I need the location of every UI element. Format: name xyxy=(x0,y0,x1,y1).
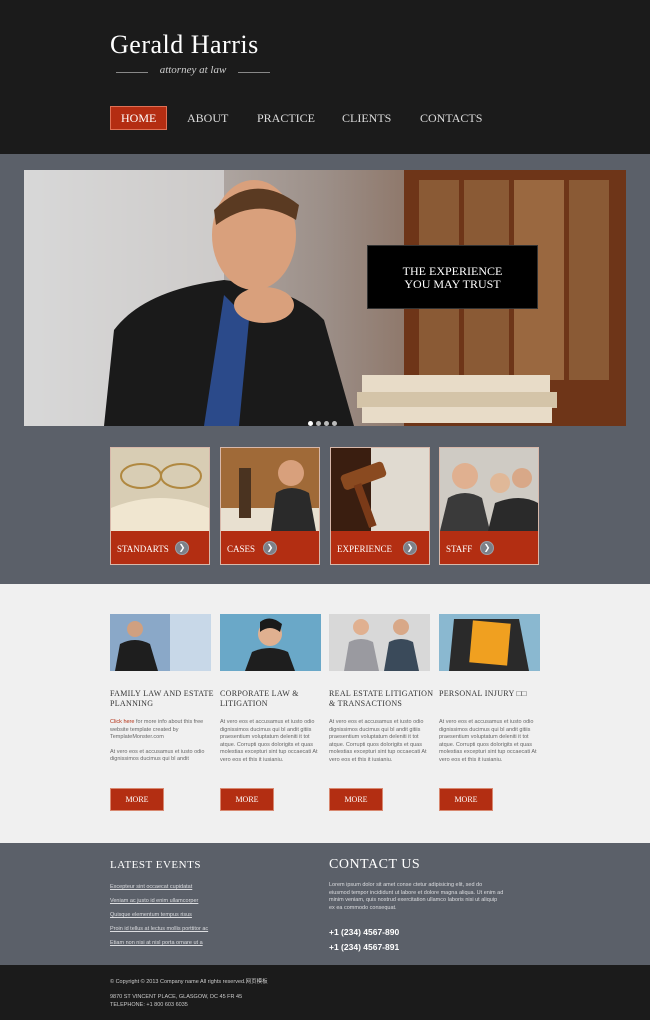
practice-photo xyxy=(220,614,321,671)
nav-about[interactable]: ABOUT xyxy=(187,106,228,130)
event-link[interactable]: Veniam ac justo id enim ullamcorper xyxy=(110,898,220,904)
hero-caption-line2: YOU MAY TRUST xyxy=(404,277,501,291)
practice-column: FAMILY LAW AND ESTATE PLANNING Click her… xyxy=(110,614,214,811)
gavel-image xyxy=(331,448,429,531)
feature-cases[interactable]: CASES ❯ xyxy=(220,447,320,565)
contact-title: CONTACT US xyxy=(329,857,421,872)
glasses-books-image xyxy=(111,448,209,531)
feature-label: CASES xyxy=(227,544,256,554)
practice-title: PERSONAL INJURY □□ xyxy=(439,689,527,698)
arrow-right-icon[interactable]: ❯ xyxy=(403,541,417,555)
practice-column: CORPORATE LAW & LITIGATION At vero eos e… xyxy=(220,614,321,811)
feature-label: STANDARTS xyxy=(117,544,169,554)
more-button[interactable]: MORE xyxy=(110,788,164,811)
feature-staff[interactable]: STAFF ❯ xyxy=(439,447,539,565)
practice-title: CORPORATE LAW & LITIGATION xyxy=(220,689,299,708)
contact-text: Lorem ipsum dolor sit amet conse ctetur … xyxy=(329,882,504,911)
practice-photo xyxy=(110,614,211,671)
practice-text: Click here for more info about this free… xyxy=(110,719,205,762)
telephone-text: TELEPHONE: +1 800 603 6035 xyxy=(110,1002,188,1008)
practice-photo xyxy=(329,614,430,671)
justice-statue-image xyxy=(221,448,319,531)
event-link[interactable]: Proin id tellus at lectus mollis porttit… xyxy=(110,926,220,932)
practice-photo xyxy=(439,614,540,671)
bottom-bar xyxy=(0,965,650,1020)
practice-text: At vero eos et accusamus et iusto odio d… xyxy=(439,719,537,763)
practice-column: PERSONAL INJURY □□ At vero eos et accusa… xyxy=(439,614,540,811)
site-tagline: attorney at law xyxy=(116,64,270,76)
content-section xyxy=(0,584,650,843)
more-button[interactable]: MORE xyxy=(439,788,493,811)
copyright-text: © Copyright © 2013 Company name All righ… xyxy=(110,979,268,985)
slider-dot[interactable] xyxy=(324,421,329,426)
arrow-right-icon[interactable]: ❯ xyxy=(480,541,494,555)
phone-secondary[interactable]: +1 (234) 4567-891 xyxy=(329,942,399,952)
event-link[interactable]: Etiam non nisi at nisl porta ornare ut a xyxy=(110,940,220,946)
practice-text: At vero eos et accusamus et iusto odio d… xyxy=(329,719,427,763)
slider-dot[interactable] xyxy=(308,421,313,426)
address-text: 9870 ST VINCENT PLACE, GLASGOW, DC 45 FR… xyxy=(110,994,243,1000)
latest-events-title: LATEST EVENTS xyxy=(110,859,201,871)
arrow-right-icon[interactable]: ❯ xyxy=(263,541,277,555)
nav-home[interactable]: HOME xyxy=(110,106,168,130)
practice-title: FAMILY LAW AND ESTATE PLANNING xyxy=(110,689,214,708)
event-link[interactable]: Excepteur sint occaecat cupidatat xyxy=(110,884,220,890)
feature-standarts[interactable]: STANDARTS ❯ xyxy=(110,447,210,565)
feature-label: EXPERIENCE xyxy=(337,544,392,554)
nav-contacts[interactable]: CONTACTS xyxy=(420,106,482,130)
practice-column: REAL ESTATE LITIGATION & TRANSACTIONS At… xyxy=(329,614,433,811)
more-button[interactable]: MORE xyxy=(329,788,383,811)
feature-label: STAFF xyxy=(446,544,473,554)
hero-caption: THE EXPERIENCE YOU MAY TRUST xyxy=(367,245,538,309)
slider-dots xyxy=(308,413,340,431)
more-button[interactable]: MORE xyxy=(220,788,274,811)
site-header: Gerald Harris attorney at law HOME ABOUT… xyxy=(0,0,650,154)
practice-title: REAL ESTATE LITIGATION & TRANSACTIONS xyxy=(329,689,434,708)
practice-text: At vero eos et accusamus et iusto odio d… xyxy=(220,719,318,763)
slider-dot[interactable] xyxy=(316,421,321,426)
feature-experience[interactable]: EXPERIENCE ❯ xyxy=(330,447,430,565)
nav-clients[interactable]: CLIENTS xyxy=(342,106,391,130)
event-link[interactable]: Quisque elementum tempus risus xyxy=(110,912,220,918)
slider-dot[interactable] xyxy=(332,421,337,426)
arrow-right-icon[interactable]: ❯ xyxy=(175,541,189,555)
site-footer xyxy=(0,843,650,965)
phone-primary[interactable]: +1 (234) 4567-890 xyxy=(329,927,399,937)
nav-practice[interactable]: PRACTICE xyxy=(257,106,315,130)
site-logo[interactable]: Gerald Harris xyxy=(110,30,259,60)
staff-image xyxy=(440,448,538,531)
click-here-link[interactable]: Click here xyxy=(110,719,134,725)
